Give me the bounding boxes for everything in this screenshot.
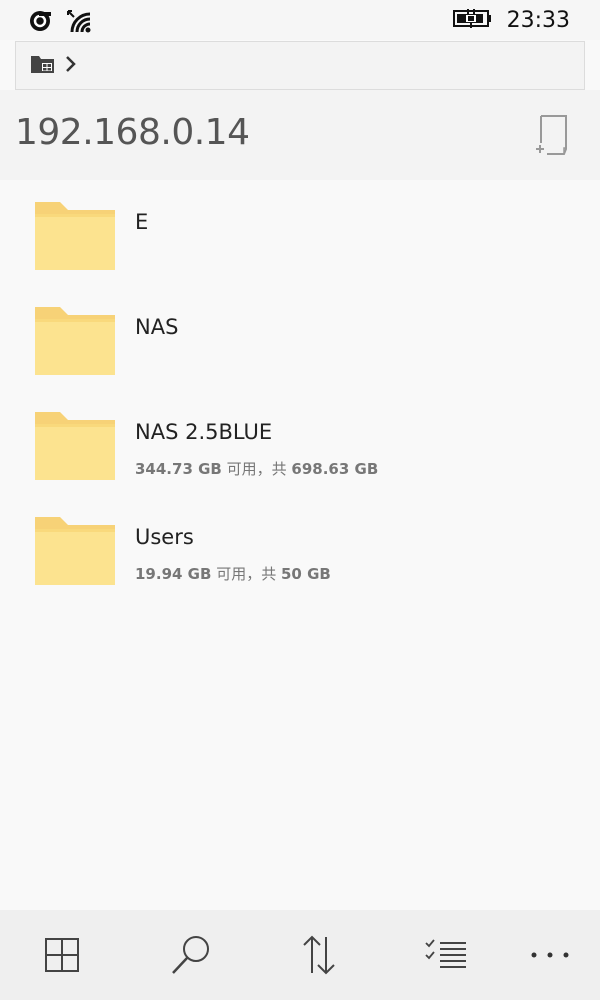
add-location-icon — [536, 115, 567, 155]
app-bar — [0, 910, 600, 1000]
free-label: 可用，共 — [211, 565, 281, 583]
more-button[interactable] — [525, 930, 575, 980]
select-button[interactable] — [421, 930, 471, 980]
free-space: 344.73 GB — [135, 460, 222, 478]
folder-name: Users — [135, 525, 194, 549]
chevron-right-icon — [64, 53, 78, 79]
search-icon — [172, 936, 209, 974]
status-bar: 23:33 — [0, 0, 600, 40]
folder-icon — [35, 307, 115, 375]
grid-view-button[interactable] — [37, 930, 87, 980]
select-icon — [425, 939, 466, 968]
folder-name: NAS — [135, 315, 179, 339]
folder-item-nas-2-5blue[interactable]: NAS 2.5BLUE 344.73 GB 可用，共 698.63 GB — [0, 390, 600, 495]
folder-item-e[interactable]: E — [0, 180, 600, 285]
total-space: 50 GB — [280, 565, 331, 583]
breadcrumb[interactable] — [15, 41, 585, 90]
free-space: 19.94 GB — [135, 565, 212, 583]
total-space: 698.63 GB — [291, 460, 379, 478]
grid-view-icon — [45, 938, 79, 972]
sort-button[interactable] — [294, 930, 344, 980]
folder-storage-info: 19.94 GB 可用，共 50 GB — [135, 563, 331, 584]
folder-storage-info: 344.73 GB 可用，共 698.63 GB — [135, 458, 378, 479]
network-folder-icon[interactable] — [30, 53, 56, 79]
folder-item-nas[interactable]: NAS — [0, 285, 600, 390]
clock: 23:33 — [506, 7, 570, 33]
battery-charging-icon — [452, 7, 493, 33]
more-icon — [531, 952, 569, 958]
folder-icon — [35, 202, 115, 270]
page-title: 192.168.0.14 — [15, 112, 250, 153]
folder-list: E NAS NAS 2.5BLUE 344.73 GB 可用，共 698.63 … — [0, 180, 600, 600]
folder-item-users[interactable]: Users 19.94 GB 可用，共 50 GB — [0, 495, 600, 600]
folder-name: E — [135, 210, 149, 234]
sort-icon — [303, 935, 335, 975]
folder-icon — [35, 412, 115, 480]
free-label: 可用，共 — [221, 460, 292, 478]
search-button[interactable] — [166, 930, 216, 980]
nfc-icon — [28, 9, 54, 37]
folder-name: NAS 2.5BLUE — [135, 420, 273, 444]
add-location-button[interactable] — [533, 113, 573, 157]
header: 192.168.0.14 — [0, 90, 600, 180]
wifi-icon — [66, 8, 94, 38]
folder-icon — [35, 517, 115, 585]
